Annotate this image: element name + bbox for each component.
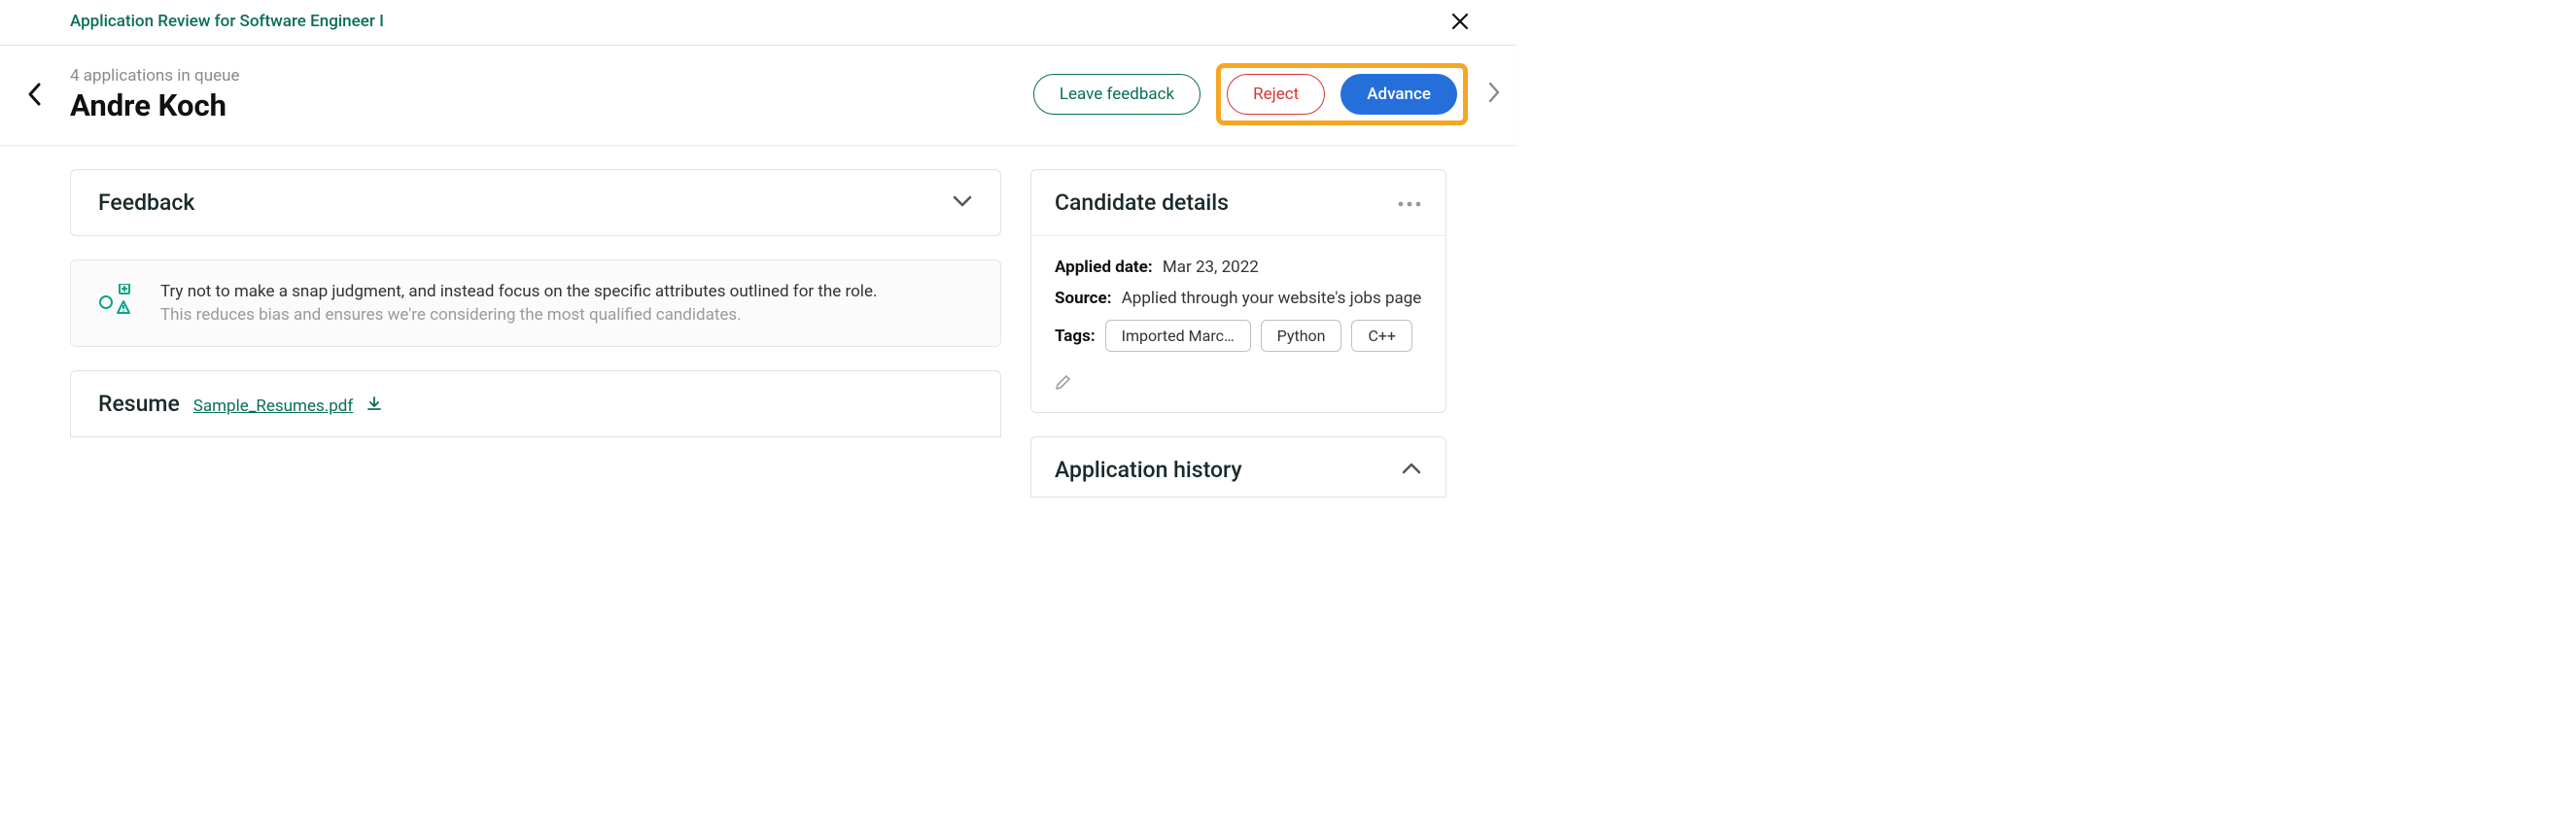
candidate-details-header: Candidate details: [1031, 170, 1445, 236]
header: 4 applications in queue Andre Koch Leave…: [0, 46, 1516, 146]
feedback-card-header[interactable]: Feedback: [71, 170, 1000, 235]
tag-item[interactable]: Imported Marc…: [1105, 320, 1251, 352]
download-icon[interactable]: [366, 396, 382, 411]
right-column: Candidate details Applied date: Mar 23, …: [1030, 169, 1446, 498]
info-text: Try not to make a snap judgment, and ins…: [160, 282, 877, 325]
tag-item[interactable]: C++: [1351, 320, 1412, 352]
next-candidate-button[interactable]: [1483, 81, 1507, 108]
reject-button[interactable]: Reject: [1227, 74, 1325, 115]
application-history-title: Application history: [1055, 457, 1242, 483]
tags-row: Tags: Imported Marc… Python C++: [1055, 320, 1422, 352]
candidate-details-body: Applied date: Mar 23, 2022 Source: Appli…: [1031, 236, 1445, 412]
close-icon[interactable]: [1450, 12, 1470, 31]
shapes-icon: [98, 282, 135, 321]
info-line-1: Try not to make a snap judgment, and ins…: [160, 282, 877, 301]
edit-tags-icon[interactable]: [1055, 373, 1072, 391]
application-history-header[interactable]: Application history: [1031, 437, 1445, 497]
top-bar: Application Review for Software Engineer…: [0, 0, 1516, 46]
chevron-down-icon[interactable]: [952, 193, 973, 212]
resume-card: Resume Sample_Resumes.pdf: [70, 370, 1001, 437]
advance-button[interactable]: Advance: [1340, 74, 1457, 115]
resume-title: Resume: [98, 391, 180, 417]
header-actions: Leave feedback Reject Advance: [1033, 63, 1507, 125]
previous-candidate-button[interactable]: [0, 81, 70, 108]
page-title: Application Review for Software Engineer…: [70, 12, 384, 31]
tags-label: Tags:: [1055, 327, 1096, 346]
resume-row: Resume Sample_Resumes.pdf: [98, 391, 973, 417]
resume-file-link[interactable]: Sample_Resumes.pdf: [193, 397, 353, 416]
candidate-name: Andre Koch: [70, 87, 1033, 123]
candidate-details-card: Candidate details Applied date: Mar 23, …: [1030, 169, 1446, 413]
leave-feedback-button[interactable]: Leave feedback: [1033, 74, 1201, 115]
applied-date-row: Applied date: Mar 23, 2022: [1055, 258, 1422, 277]
chevron-up-icon[interactable]: [1401, 461, 1422, 479]
source-label: Source:: [1055, 289, 1111, 308]
applied-date-label: Applied date:: [1055, 258, 1153, 277]
source-value: Applied through your website's jobs page: [1122, 289, 1422, 308]
feedback-title: Feedback: [98, 190, 194, 216]
application-history-card: Application history: [1030, 436, 1446, 498]
header-text: 4 applications in queue Andre Koch: [70, 66, 1033, 123]
info-line-2: This reduces bias and ensures we're cons…: [160, 305, 877, 325]
applied-date-value: Mar 23, 2022: [1163, 258, 1259, 277]
more-options-icon[interactable]: [1397, 193, 1422, 212]
source-row: Source: Applied through your website's j…: [1055, 289, 1422, 308]
decision-buttons-highlight: Reject Advance: [1216, 63, 1468, 125]
tag-item[interactable]: Python: [1261, 320, 1342, 352]
bias-info-banner: Try not to make a snap judgment, and ins…: [70, 259, 1001, 347]
left-column: Feedback Try not to make a sn: [70, 169, 1001, 437]
content: Feedback Try not to make a sn: [0, 146, 1516, 498]
candidate-details-title: Candidate details: [1055, 190, 1229, 216]
feedback-card: Feedback: [70, 169, 1001, 236]
queue-count-label: 4 applications in queue: [70, 66, 1033, 86]
